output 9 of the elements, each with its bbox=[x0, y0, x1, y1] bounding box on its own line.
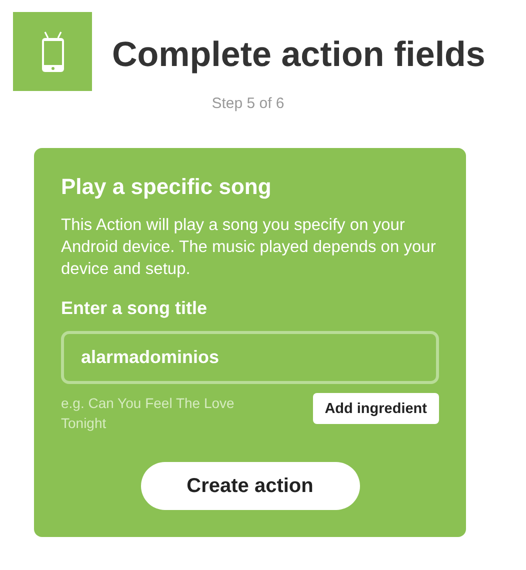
step-indicator: Step 5 of 6 bbox=[210, 95, 286, 112]
add-ingredient-button[interactable]: Add ingredient bbox=[312, 393, 439, 424]
description: This Action will play a song you specify on your Android device. The music played depends on your device and setup. bbox=[61, 215, 437, 280]
field-hint: e.g. Can You Feel The Love Tonight bbox=[61, 394, 236, 433]
card-heading: Play a specific song bbox=[61, 174, 272, 200]
field-label: Enter a song title bbox=[61, 298, 208, 319]
page-title: Complete action fields bbox=[112, 34, 486, 74]
create-action-button[interactable]: Create action bbox=[140, 462, 360, 510]
phone-icon bbox=[40, 30, 64, 72]
